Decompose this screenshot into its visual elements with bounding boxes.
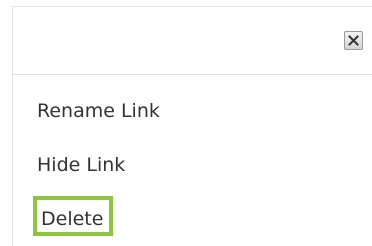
delete-item[interactable]: Delete bbox=[33, 196, 114, 236]
hide-link-item[interactable]: Hide Link bbox=[37, 151, 125, 179]
rename-link-item[interactable]: Rename Link bbox=[37, 97, 160, 125]
close-button[interactable] bbox=[344, 31, 363, 50]
popup-header bbox=[13, 7, 372, 75]
close-icon bbox=[348, 35, 359, 46]
link-options-popup: Rename Link Hide Link Delete bbox=[12, 6, 372, 246]
